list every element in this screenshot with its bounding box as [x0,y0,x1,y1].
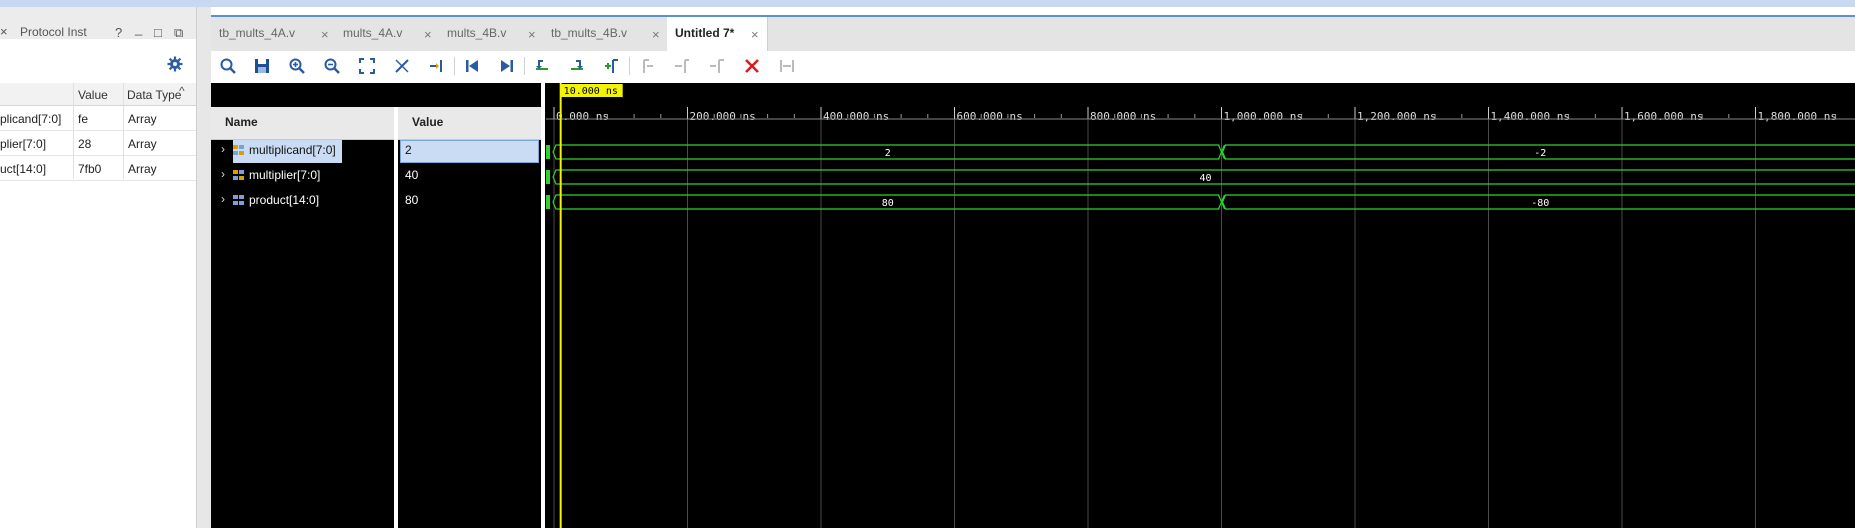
toolbar-separator [454,57,455,75]
zoom-in-icon[interactable] [286,55,308,77]
bus-icon [233,144,245,156]
goto-cursor-icon[interactable] [426,55,448,77]
bus-value-label: -80 [1531,198,1549,209]
tick-label: 1,200.000 ns [1357,110,1436,123]
signal-value-product: 80 [405,193,419,207]
close-icon[interactable]: × [321,27,329,42]
next-transition-icon[interactable] [566,55,588,77]
tick-label: 1,400.000 ns [1491,110,1570,123]
tab-untitled-7[interactable]: Untitled 7* × [667,17,768,52]
row-value: fe [78,112,89,126]
close-icon[interactable]: × [424,27,432,42]
bus-value-label: 2 [885,148,891,159]
signal-name-multiplicand[interactable]: multiplicand[7:0] [249,143,336,157]
expand-icon[interactable]: › [221,142,225,156]
bus-value-label: 40 [1199,173,1211,184]
tab-label: tb_mults_4B.v [551,26,628,40]
wave-splitter[interactable] [541,83,545,528]
row-type: Array [128,112,157,126]
row-name: plicand[7:0] [0,112,62,126]
expand-icon[interactable]: › [221,192,225,206]
save-icon[interactable] [251,55,273,77]
close-icon[interactable]: × [528,27,536,42]
bus-value-label: 80 [882,198,894,209]
tab-label: mults_4B.v [447,26,507,40]
goto-start-icon[interactable] [461,55,483,77]
row-type: Array [128,137,157,151]
bus-start-marker [546,145,550,159]
tab-mults-4b[interactable]: mults_4B.v × [439,17,544,51]
bus-icon [233,194,245,206]
search-icon[interactable] [217,55,239,77]
signal-name-product[interactable]: product[14:0] [249,193,319,207]
row-name: plier[7:0] [0,137,47,151]
close-icon[interactable]: × [0,24,8,39]
tick-label: 200.000 ns [690,110,756,123]
row-name: uct[14:0] [0,162,47,176]
toolbar-separator [629,57,630,75]
signal-value-multiplier: 40 [405,168,419,182]
delete-icon[interactable] [741,55,763,77]
wave-toolbar [211,51,1855,84]
next-marker-icon[interactable] [671,55,693,77]
prev-transition-icon[interactable] [531,55,553,77]
row-value: 7fb0 [78,162,102,176]
zoom-out-icon[interactable] [321,55,343,77]
name-header: Name [225,115,258,129]
tick-label: 800.000 ns [1090,110,1156,123]
tab-tb-mults-4a[interactable]: tb_mults_4A.v × [211,17,336,51]
swap-markers-icon[interactable] [776,55,798,77]
top-strip [0,0,1855,7]
signal-value-multiplicand: 2 [405,143,412,157]
tick-label: 400.000 ns [823,110,889,123]
tab-mults-4a[interactable]: mults_4A.v × [335,17,440,51]
minimize-icon[interactable]: _ [135,21,142,36]
bus-icon [233,169,245,181]
prev-marker-icon[interactable] [636,55,658,77]
toolbar-separator [524,57,525,75]
sort-up-icon[interactable]: ^ [179,84,185,98]
column-data-type[interactable]: Data Type [127,88,185,102]
cursor-snap-icon[interactable] [391,55,413,77]
tick-label: 600.000 ns [957,110,1023,123]
add-marker-icon[interactable] [601,55,623,77]
waveform-canvas[interactable]: 0.000 ns 200.000 ns 400.000 ns 600.000 ns 80… [546,83,1855,528]
column-splitter[interactable] [394,107,398,528]
selected-value-highlight [400,140,539,163]
tab-protocol-inst[interactable]: Protocol Inst [20,25,87,39]
signal-name-multiplier[interactable]: multiplier[7:0] [249,168,320,182]
maximize-icon[interactable]: □ [154,25,162,40]
tick-label: 1,000.000 ns [1224,110,1303,123]
tab-label: Untitled 7* [675,26,735,40]
close-icon[interactable]: × [751,27,759,42]
tick-label: 0.000 ns [556,110,609,123]
panel-gap [197,7,211,528]
bus-start-marker [546,170,550,184]
cursor-label: 10.000 ns [564,86,618,97]
help-icon[interactable]: ? [115,25,122,40]
value-header: Value [412,115,444,129]
row-type: Array [128,162,157,176]
zoom-fit-icon[interactable] [356,55,378,77]
expand-icon[interactable]: › [221,167,225,181]
goto-end-icon[interactable] [496,55,518,77]
tab-label: mults_4A.v [343,26,403,40]
tab-label: tb_mults_4A.v [219,26,296,40]
tick-label: 1,800.000 ns [1758,110,1837,123]
tab-tb-mults-4b[interactable]: tb_mults_4B.v × [543,17,668,51]
bus-start-marker [546,195,550,209]
column-value[interactable]: Value [78,88,108,102]
tick-label: 1,600.000 ns [1624,110,1703,123]
gear-icon[interactable] [167,56,183,72]
bus-value-label: -2 [1534,148,1546,159]
remove-marker-icon[interactable] [706,55,728,77]
close-icon[interactable]: × [652,27,660,42]
row-value: 28 [78,137,92,151]
